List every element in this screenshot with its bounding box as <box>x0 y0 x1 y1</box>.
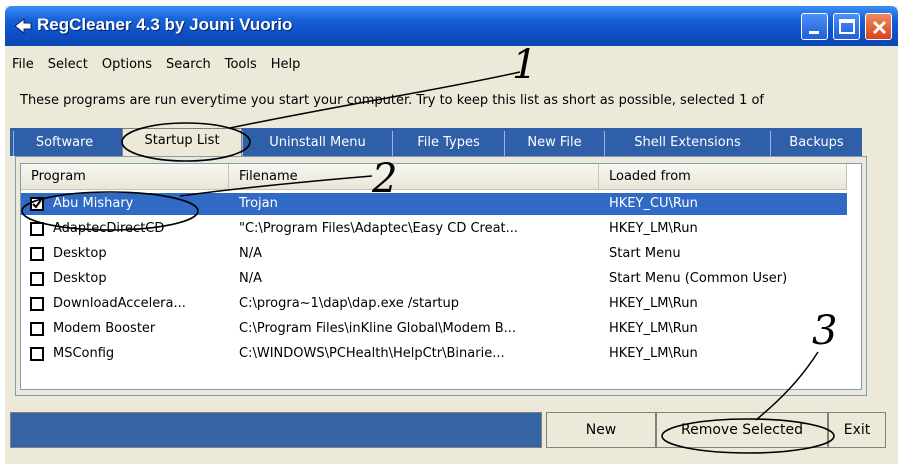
tab-startup-list[interactable]: Startup List <box>122 128 242 158</box>
list-row[interactable]: Modem Booster C:\Program Files\inKline Gl… <box>21 318 847 340</box>
cell-loaded-from: Start Menu <box>609 246 681 261</box>
column-program[interactable]: Program <box>21 164 229 190</box>
cell-program: Modem Booster <box>53 321 156 336</box>
cell-program: MSConfig <box>53 346 115 361</box>
cell-loaded-from: HKEY_LM\Run <box>609 296 698 311</box>
remove-selected-button[interactable]: Remove Selected <box>656 412 828 448</box>
row-checkbox[interactable] <box>30 347 44 361</box>
cell-filename: N/A <box>239 271 262 286</box>
row-checkbox[interactable] <box>30 272 44 286</box>
window-title: RegCleaner 4.3 by Jouni Vuorio <box>37 15 293 34</box>
row-checkbox[interactable] <box>30 197 44 211</box>
checkmark-icon <box>32 199 42 209</box>
list-row[interactable]: Abu Mishary Trojan HKEY_CU\Run <box>21 193 847 215</box>
list-row[interactable]: DownloadAccelera... C:\progra~1\dap\dap.e… <box>21 293 847 315</box>
menu-file[interactable]: File <box>5 54 41 76</box>
title-bar[interactable]: RegCleaner 4.3 by Jouni Vuorio <box>5 6 898 46</box>
cell-loaded-from: Start Menu (Common User) <box>609 271 788 286</box>
column-filename[interactable]: Filename <box>229 164 599 190</box>
exit-button[interactable]: Exit <box>828 412 886 448</box>
list-row[interactable]: Desktop N/A Start Menu <box>21 243 847 265</box>
row-checkbox[interactable] <box>30 247 44 261</box>
cell-loaded-from: HKEY_LM\Run <box>609 321 698 336</box>
tab-uninstall-menu[interactable]: Uninstall Menu <box>242 131 392 156</box>
row-checkbox[interactable] <box>30 322 44 336</box>
list-row[interactable]: MSConfig C:\WINDOWS\PCHealth\HelpCtr\Bina… <box>21 343 847 365</box>
app-icon <box>14 17 32 35</box>
menu-help[interactable]: Help <box>264 54 308 76</box>
tab-shell-extensions[interactable]: Shell Extensions <box>604 131 770 156</box>
cell-program: DownloadAccelera... <box>53 296 186 311</box>
cell-filename: C:\WINDOWS\PCHealth\HelpCtr\Binarie... <box>239 346 505 361</box>
startup-list[interactable]: Program Filename Loaded from Abu Mishary… <box>20 163 862 390</box>
tab-file-types[interactable]: File Types <box>392 131 504 156</box>
minimize-icon <box>809 31 819 34</box>
cell-filename: N/A <box>239 246 262 261</box>
close-button[interactable] <box>865 13 892 40</box>
tab-new-file[interactable]: New File <box>504 131 604 156</box>
cell-filename: Trojan <box>239 196 278 211</box>
new-button[interactable]: New <box>546 412 656 448</box>
cell-loaded-from: HKEY_LM\Run <box>609 221 698 236</box>
annotation-number-2: 2 <box>372 156 398 202</box>
list-row[interactable]: AdaptecDirectCD "C:\Program Files\Adaptec… <box>21 218 847 240</box>
list-row[interactable]: Desktop N/A Start Menu (Common User) <box>21 268 847 290</box>
minimize-button[interactable] <box>801 13 828 40</box>
info-text: These programs are run everytime you sta… <box>20 93 765 108</box>
list-header: Program Filename Loaded from <box>21 164 847 190</box>
menu-search[interactable]: Search <box>159 54 218 76</box>
status-panel <box>10 412 542 448</box>
cell-program: Desktop <box>53 271 107 286</box>
annotation-number-1: 1 <box>512 42 538 88</box>
menu-select[interactable]: Select <box>41 54 95 76</box>
cell-filename: C:\progra~1\dap\dap.exe /startup <box>239 296 460 311</box>
tab-strip: Software Startup List Uninstall Menu Fil… <box>10 128 862 158</box>
cell-program: Abu Mishary <box>53 196 134 211</box>
cell-program: AdaptecDirectCD <box>53 221 165 236</box>
maximize-button[interactable] <box>833 13 860 40</box>
menu-tools[interactable]: Tools <box>218 54 264 76</box>
cell-loaded-from: HKEY_LM\Run <box>609 346 698 361</box>
tab-software[interactable]: Software <box>13 131 115 156</box>
tab-backups[interactable]: Backups <box>770 131 862 156</box>
cell-loaded-from: HKEY_CU\Run <box>609 196 698 211</box>
row-checkbox[interactable] <box>30 222 44 236</box>
cell-filename: "C:\Program Files\Adaptec\Easy CD Creat.… <box>239 221 519 236</box>
column-loaded-from[interactable]: Loaded from <box>599 164 847 190</box>
cell-filename: C:\Program Files\inKline Global\Modem B.… <box>239 321 517 336</box>
annotation-number-3: 3 <box>812 308 838 354</box>
row-checkbox[interactable] <box>30 297 44 311</box>
maximize-icon <box>839 19 855 34</box>
menu-options[interactable]: Options <box>95 54 159 76</box>
cell-program: Desktop <box>53 246 107 261</box>
menu-bar: File Select Options Search Tools Help <box>5 54 307 76</box>
close-icon <box>872 20 887 35</box>
